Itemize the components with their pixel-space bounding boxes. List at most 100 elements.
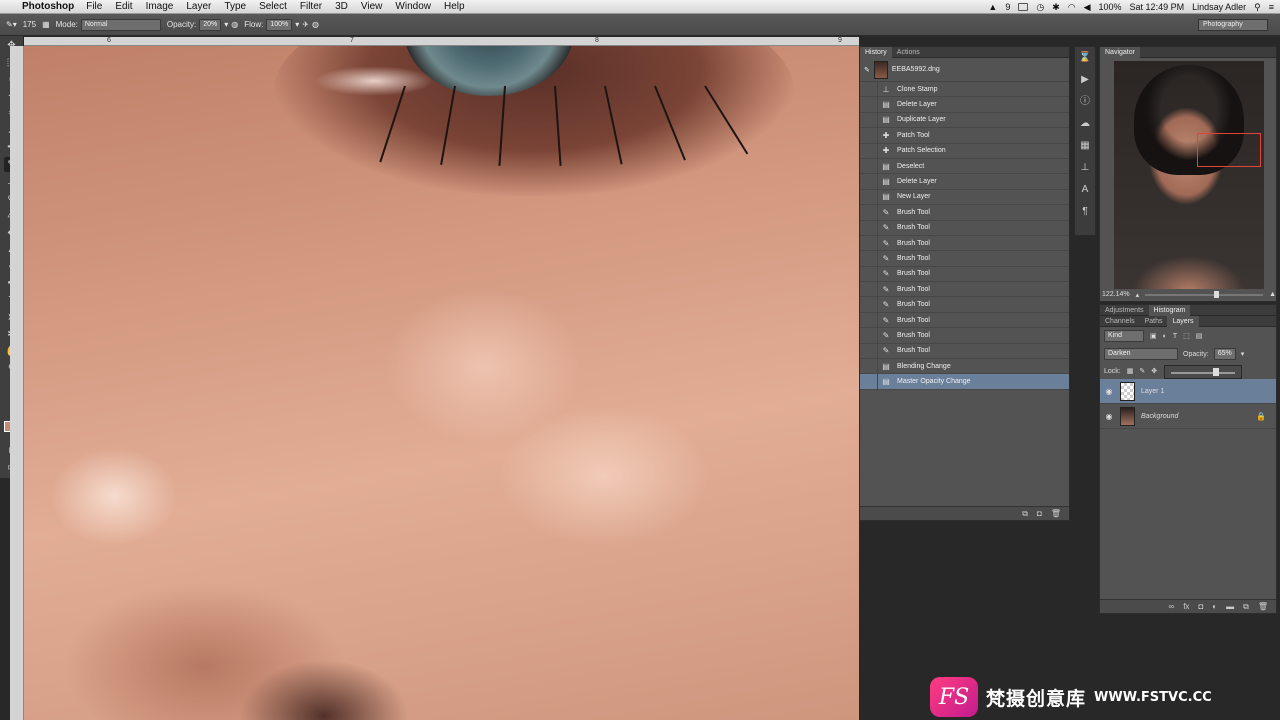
trash-icon[interactable]: 🗑 bbox=[1258, 602, 1268, 611]
visibility-eye-icon[interactable]: ◉ bbox=[1100, 412, 1118, 421]
swatches-icon[interactable]: ▦ bbox=[1075, 135, 1095, 157]
tab-paths[interactable]: Paths bbox=[1140, 316, 1168, 327]
filter-smart-icon[interactable]: ▤ bbox=[1196, 332, 1203, 340]
lock-pixels-icon[interactable]: ✎ bbox=[1139, 367, 1145, 375]
history-item[interactable]: ▤ Deselect bbox=[860, 158, 1069, 175]
opacity-field[interactable]: 20% bbox=[199, 18, 222, 31]
zoom-in-icon[interactable]: ▲ bbox=[1269, 291, 1276, 298]
new-group-icon[interactable]: ▬ bbox=[1226, 602, 1234, 611]
history-source-checkbox[interactable] bbox=[860, 205, 878, 220]
history-source-checkbox[interactable] bbox=[860, 112, 878, 128]
link-layers-icon[interactable]: ∞ bbox=[1169, 602, 1175, 611]
character-icon[interactable]: A bbox=[1075, 179, 1095, 201]
screen-icon[interactable] bbox=[1018, 3, 1029, 11]
mode-select[interactable]: Normal bbox=[80, 18, 161, 31]
user-name[interactable]: Lindsay Adler bbox=[1192, 2, 1246, 12]
tool-presets-icon[interactable]: ⊥ bbox=[1075, 157, 1095, 179]
history-item[interactable]: ✎ Brush Tool bbox=[860, 343, 1069, 360]
actions-icon[interactable]: ▶ bbox=[1075, 69, 1095, 91]
history-item[interactable]: ✎ Brush Tool bbox=[860, 312, 1069, 329]
menu-edit[interactable]: Edit bbox=[115, 1, 132, 12]
filter-type-icon[interactable]: T bbox=[1173, 333, 1177, 340]
filter-pixel-icon[interactable]: ▣ bbox=[1150, 332, 1157, 340]
history-item[interactable]: ✎ Brush Tool bbox=[860, 282, 1069, 298]
history-snapshot[interactable]: ✎ EEBA5992.dng bbox=[860, 58, 1069, 82]
history-item[interactable]: ✎ Brush Tool bbox=[860, 235, 1069, 252]
history-item[interactable]: ✎ Brush Tool bbox=[860, 328, 1069, 344]
tab-actions[interactable]: Actions bbox=[892, 47, 925, 58]
history-source-checkbox[interactable] bbox=[860, 359, 878, 374]
tab-adjustments[interactable]: Adjustments bbox=[1100, 305, 1149, 316]
history-source-checkbox[interactable] bbox=[860, 220, 878, 235]
navigator-view-box[interactable] bbox=[1197, 133, 1261, 167]
opacity-popup-slider[interactable] bbox=[1164, 365, 1242, 379]
slider-knob[interactable] bbox=[1213, 290, 1219, 298]
menu-view[interactable]: View bbox=[361, 1, 383, 12]
horizontal-ruler[interactable]: 6 7 8 9 bbox=[24, 37, 859, 46]
history-item[interactable]: ▤ Delete Layer bbox=[860, 174, 1069, 190]
history-item[interactable]: ⊥ Clone Stamp bbox=[860, 82, 1069, 98]
tab-history[interactable]: History bbox=[860, 46, 892, 58]
wifi-icon[interactable]: ◠ bbox=[1068, 2, 1076, 13]
search-icon[interactable]: ⚲ bbox=[1254, 2, 1261, 13]
clock-time[interactable]: Sat 12:49 PM bbox=[1130, 2, 1185, 12]
layer-opacity-field[interactable]: 65% bbox=[1213, 348, 1236, 360]
history-source-checkbox[interactable] bbox=[860, 189, 878, 205]
menu-help[interactable]: Help bbox=[444, 1, 465, 12]
history-item[interactable]: ✎ Brush Tool bbox=[860, 251, 1069, 267]
layer-filter-kind[interactable]: Kind bbox=[1104, 330, 1144, 342]
fx-icon[interactable]: fx bbox=[1183, 602, 1189, 611]
visibility-eye-icon[interactable]: ◉ bbox=[1100, 387, 1118, 396]
history-item[interactable]: ✎ Brush Tool bbox=[860, 205, 1069, 221]
filter-adjust-icon[interactable]: ◐ bbox=[1163, 333, 1167, 340]
brush-preset-icon[interactable]: ✎▾ bbox=[6, 20, 17, 29]
history-source-checkbox[interactable] bbox=[860, 143, 878, 158]
history-source-checkbox[interactable] bbox=[860, 251, 878, 266]
history-item[interactable]: ✎ Brush Tool bbox=[860, 266, 1069, 283]
history-source-checkbox[interactable] bbox=[860, 297, 878, 312]
menu-filter[interactable]: Filter bbox=[300, 1, 322, 12]
layer-name[interactable]: Background bbox=[1141, 413, 1178, 420]
layer-row-layer-1[interactable]: ◉ Layer 1 bbox=[1100, 379, 1276, 404]
menu-window[interactable]: Window bbox=[395, 1, 431, 12]
history-icon[interactable]: ⌛ bbox=[1075, 47, 1095, 69]
airbrush-icon[interactable]: ✈ bbox=[302, 20, 309, 29]
battery-percent[interactable]: 100% bbox=[1099, 2, 1122, 12]
menu-type[interactable]: Type bbox=[224, 1, 246, 12]
notification-badge[interactable]: 9 bbox=[1005, 2, 1010, 12]
history-item[interactable]: ✎ Brush Tool bbox=[860, 220, 1069, 236]
adjustment-layer-icon[interactable]: ◐ bbox=[1212, 602, 1217, 611]
history-item[interactable]: ▤ Delete Layer bbox=[860, 97, 1069, 113]
dropbox-icon[interactable]: ▲ bbox=[988, 2, 997, 12]
lock-position-icon[interactable]: ✥ bbox=[1151, 367, 1157, 375]
layer-name[interactable]: Layer 1 bbox=[1141, 388, 1164, 395]
paragraph-icon[interactable]: ¶ bbox=[1075, 201, 1095, 223]
history-item[interactable]: ▤ Blending Change bbox=[860, 359, 1069, 375]
chevron-down-icon[interactable]: ▾ bbox=[1241, 350, 1245, 358]
navigator-zoom-slider[interactable] bbox=[1145, 290, 1264, 298]
camera-icon[interactable]: ◘ bbox=[1037, 509, 1042, 518]
history-item[interactable]: ▤ Duplicate Layer bbox=[860, 112, 1069, 129]
tab-layers[interactable]: Layers bbox=[1167, 315, 1199, 327]
document-canvas[interactable] bbox=[24, 46, 859, 720]
chevron-down-icon[interactable]: ▾ bbox=[224, 20, 228, 29]
history-source-checkbox[interactable] bbox=[860, 328, 878, 343]
menu-3d[interactable]: 3D bbox=[335, 1, 348, 12]
blend-mode-select[interactable]: Darken bbox=[1104, 348, 1178, 360]
brush-size[interactable]: 175 bbox=[23, 20, 36, 29]
history-source-checkbox[interactable] bbox=[860, 343, 878, 359]
workspace-select[interactable]: Photography bbox=[1198, 19, 1268, 31]
tab-histogram[interactable]: Histogram bbox=[1148, 304, 1191, 316]
brush-panel-icon[interactable]: ▦ bbox=[42, 20, 50, 29]
history-item[interactable]: ✚ Patch Selection bbox=[860, 143, 1069, 159]
flow-field[interactable]: 100% bbox=[266, 18, 293, 31]
menu-file[interactable]: File bbox=[86, 1, 102, 12]
lock-transparency-icon[interactable]: ▦ bbox=[1127, 367, 1134, 375]
zoom-out-icon[interactable]: ▴ bbox=[1136, 291, 1140, 299]
volume-icon[interactable]: ◀ bbox=[1084, 2, 1091, 13]
pressure-opacity-icon[interactable]: ◍ bbox=[231, 20, 238, 29]
history-source-checkbox[interactable] bbox=[860, 174, 878, 189]
menu-select[interactable]: Select bbox=[259, 1, 287, 12]
history-item[interactable]: ✚ Patch Tool bbox=[860, 128, 1069, 144]
menu-layer[interactable]: Layer bbox=[186, 1, 211, 12]
